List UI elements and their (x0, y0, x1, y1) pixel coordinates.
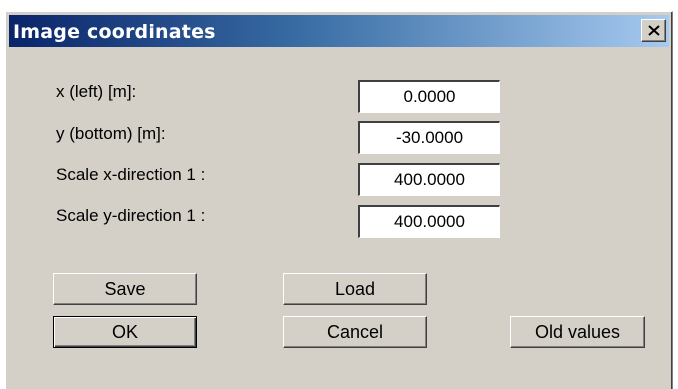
load-button[interactable]: Load (283, 273, 427, 305)
image-coordinates-dialog: Image coordinates x (left) [m]: 0.0000 y… (5, 11, 673, 389)
scale-y-input[interactable]: 400.0000 (358, 205, 500, 238)
close-icon (647, 25, 660, 36)
scale-x-input[interactable]: 400.0000 (358, 163, 500, 196)
title-bar[interactable]: Image coordinates (9, 15, 669, 47)
x-left-label: x (left) [m]: (56, 82, 137, 101)
save-button[interactable]: Save (53, 273, 197, 305)
cancel-button[interactable]: Cancel (283, 316, 427, 348)
ok-button[interactable]: OK (53, 316, 197, 348)
y-bottom-label: y (bottom) [m]: (56, 124, 166, 143)
x-left-input[interactable]: 0.0000 (358, 80, 500, 113)
scale-y-label: Scale y-direction 1 : (56, 206, 206, 225)
dialog-title: Image coordinates (13, 21, 216, 43)
old-values-button[interactable]: Old values (510, 316, 645, 348)
close-button[interactable] (641, 19, 666, 42)
scale-x-label: Scale x-direction 1 : (56, 165, 206, 184)
y-bottom-input[interactable]: -30.0000 (358, 121, 500, 154)
